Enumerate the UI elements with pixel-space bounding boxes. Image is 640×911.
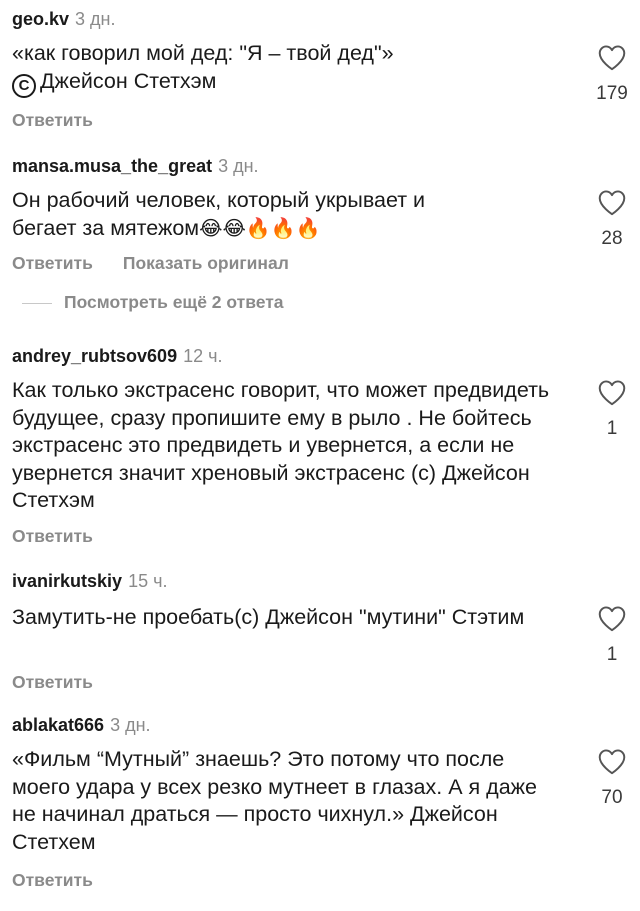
reply-button[interactable]: Ответить: [12, 870, 93, 890]
comment-actions: Ответить: [12, 110, 93, 131]
heart-outline-icon: [598, 190, 626, 216]
reply-button[interactable]: Ответить: [12, 672, 93, 692]
timestamp: 12 ч.: [183, 346, 223, 366]
username[interactable]: mansa.musa_the_great: [12, 156, 212, 176]
heart-outline-icon: [598, 45, 626, 71]
reply-button[interactable]: Ответить: [12, 253, 93, 273]
emoji-sequence: 😂😂🔥🔥🔥: [199, 217, 321, 240]
username[interactable]: ablakat666: [12, 715, 104, 735]
comment-text: Как только экстрасенс говорит, что может…: [12, 378, 550, 512]
comment-andrey-rubtsov: andrey_rubtsov609 12 ч. Как только экстра…: [12, 345, 640, 546]
like-button[interactable]: 28: [588, 189, 636, 250]
like-button[interactable]: 179: [588, 44, 636, 105]
username[interactable]: geo.kv: [12, 9, 69, 29]
comment-geo-kv: geo.kv 3 дн. «как говорил мой дед: "Я – т…: [12, 8, 640, 130]
comment-text-line: C Джейсон Стетхэм: [12, 68, 557, 98]
like-button[interactable]: 70: [588, 748, 636, 809]
reply-button[interactable]: Ответить: [12, 526, 93, 546]
comment-actions: Ответить: [12, 672, 93, 693]
heart-outline-icon: [598, 380, 626, 406]
comment-text: Замутить-не проебать(с) Джейсон "мутини"…: [12, 605, 525, 629]
like-button[interactable]: 1: [588, 379, 636, 440]
comment-text: Он рабочий человек, который укрывает и б…: [12, 187, 472, 243]
comment-text-line: «как говорил мой дед: "Я – твой дед"»: [12, 41, 394, 65]
comment-header: ablakat666 3 дн.: [12, 714, 640, 736]
comment-ivanirkutskiy: ivanirkutskiy 15 ч. Замутить-не проебать(…: [12, 570, 640, 692]
comment-text: «как говорил мой дед: "Я – твой дед"» CД…: [12, 40, 557, 98]
comment-mansa-musa: mansa.musa_the_great 3 дн. Он рабочий чел…: [12, 155, 640, 273]
timestamp: 3 дн.: [218, 156, 259, 176]
heart-outline-icon: [598, 749, 626, 775]
comment-text: «Фильм “Мутный” знаешь? Это потому что п…: [12, 747, 537, 854]
comment-header: andrey_rubtsov609 12 ч.: [12, 345, 640, 367]
timestamp: 3 дн.: [110, 715, 151, 735]
show-original-button[interactable]: Показать оригинал: [123, 253, 289, 273]
comment-header: geo.kv 3 дн.: [12, 8, 640, 30]
comment-actions: Ответить: [12, 526, 93, 547]
like-count: 1: [606, 644, 618, 665]
like-count: 179: [596, 83, 628, 104]
copyright-icon: C: [12, 73, 36, 98]
view-more-replies-label: Посмотреть ещё 2 ответа: [64, 292, 284, 312]
username[interactable]: andrey_rubtsov609: [12, 346, 177, 366]
comment-header: mansa.musa_the_great 3 дн.: [12, 155, 640, 177]
comment-actions: Ответить Показать оригинал: [12, 253, 289, 274]
like-count: 70: [601, 787, 623, 808]
heart-outline-icon: [598, 606, 626, 632]
comment-ablakat666: ablakat666 3 дн. «Фильм “Мутный” знаешь? …: [12, 714, 640, 890]
like-count: 1: [606, 418, 618, 439]
reply-button[interactable]: Ответить: [12, 110, 93, 130]
timestamp: 3 дн.: [75, 9, 116, 29]
divider-line: [22, 302, 52, 304]
like-count: 28: [601, 228, 623, 249]
comment-text-author: Джейсон Стетхэм: [40, 68, 217, 93]
comment-header: ivanirkutskiy 15 ч.: [12, 570, 640, 592]
comment-actions: Ответить: [12, 870, 93, 891]
timestamp: 15 ч.: [128, 571, 168, 591]
view-more-replies-button[interactable]: Посмотреть ещё 2 ответа: [22, 292, 284, 313]
like-button[interactable]: 1: [588, 605, 636, 666]
username[interactable]: ivanirkutskiy: [12, 571, 122, 591]
